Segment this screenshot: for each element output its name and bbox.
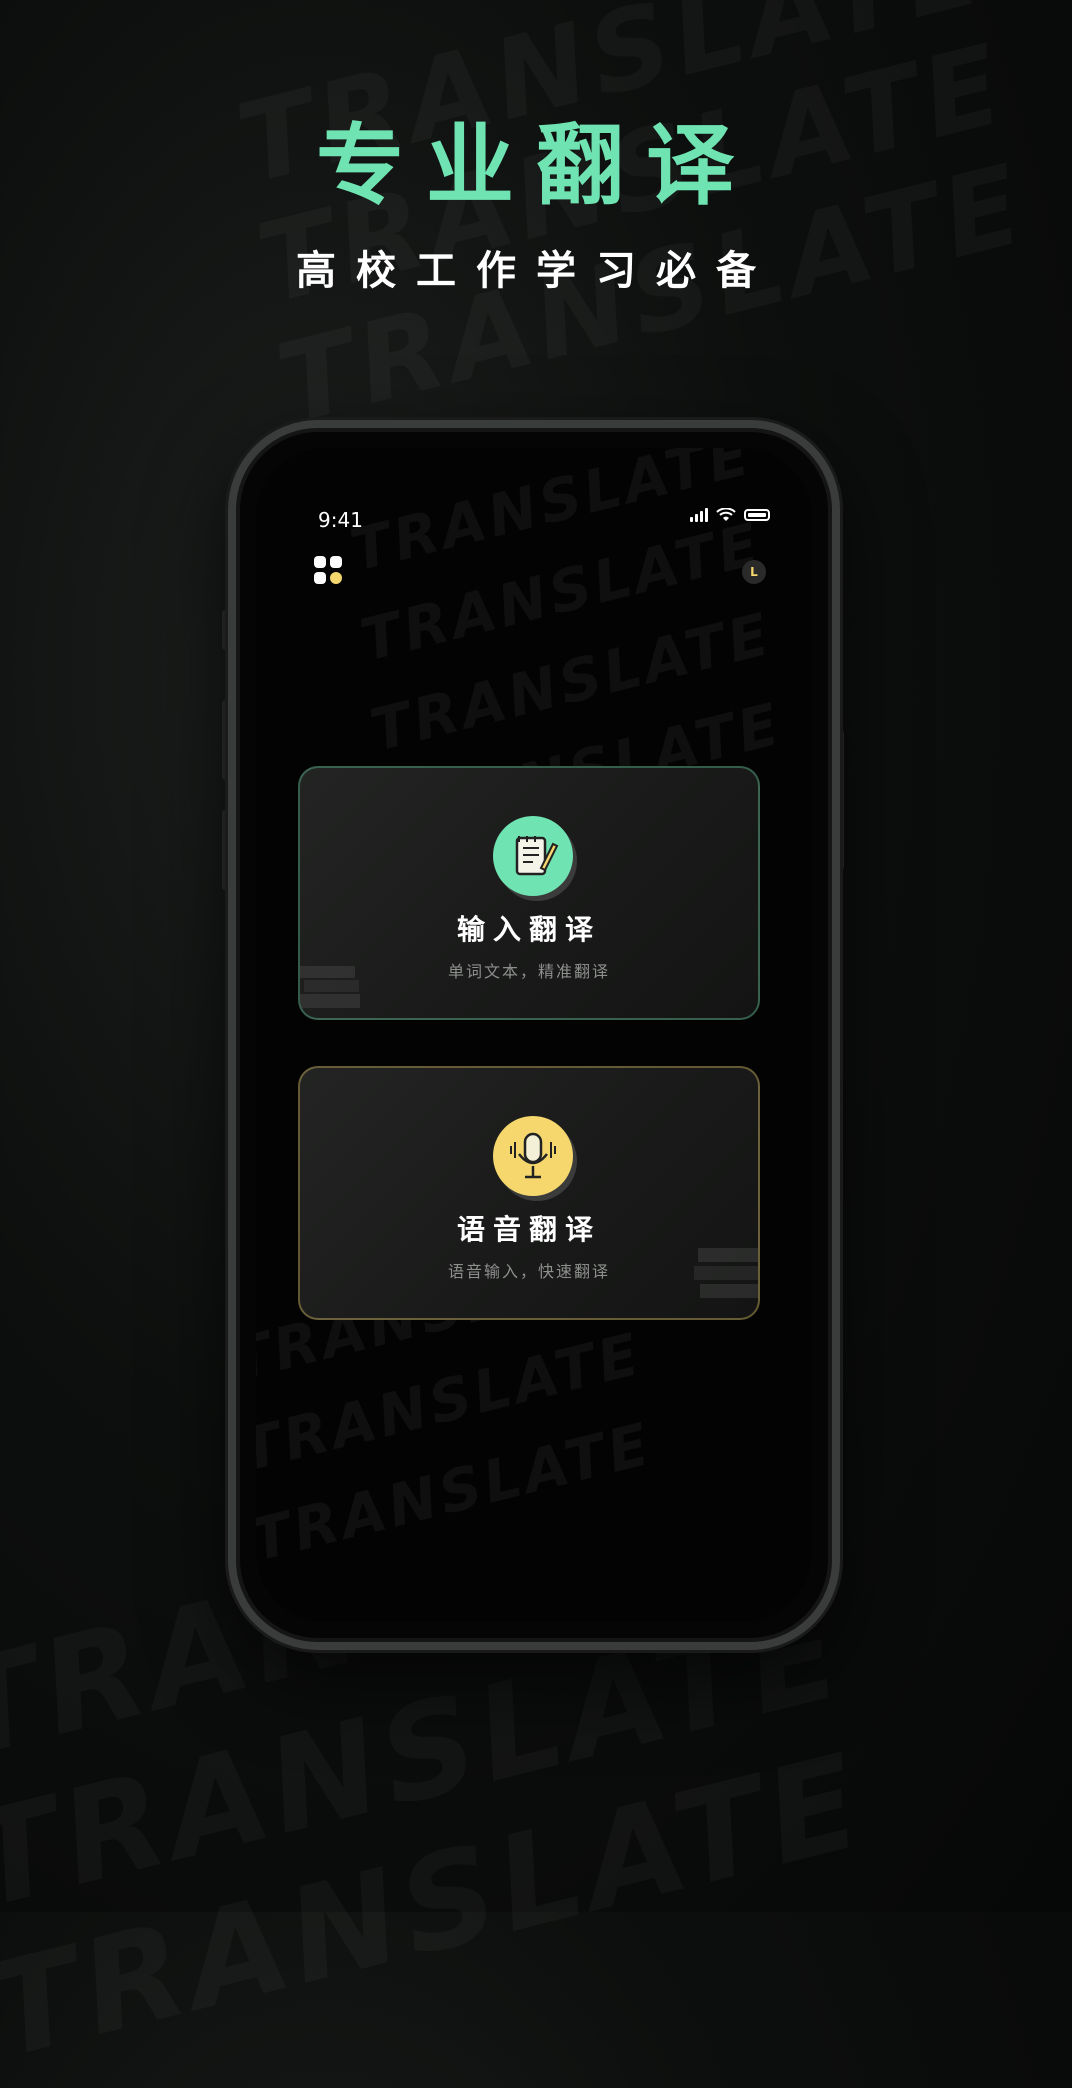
background-watermark: TRANSLATE	[0, 1724, 879, 2088]
input-translate-subtitle: 单词文本，精准翻译	[447, 962, 610, 981]
status-icons	[690, 508, 770, 522]
voice-translate-subtitle: 语音输入，快速翻译	[447, 1262, 610, 1281]
microphone-icon	[493, 1116, 573, 1196]
menu-grid-icon[interactable]	[314, 556, 342, 584]
signal-icon	[690, 508, 708, 522]
phone-frame: TRANSLATE TRANSLATE TRANSLATE TRANSLATE …	[228, 420, 840, 1650]
input-translate-title: 输入翻译	[456, 913, 601, 946]
wifi-icon	[716, 508, 736, 521]
notebook-pen-icon	[493, 816, 573, 896]
hero-subtitle: 高校工作学习必备	[296, 248, 776, 294]
hero-title: 专业翻译	[315, 114, 756, 217]
battery-icon	[744, 509, 770, 521]
input-translate-card[interactable]: 输入翻译 单词文本，精准翻译	[298, 766, 760, 1020]
phone-screen: TRANSLATE TRANSLATE TRANSLATE TRANSLATE …	[256, 448, 812, 1622]
voice-translate-card[interactable]: 语音翻译 语音输入，快速翻译	[298, 1066, 760, 1320]
status-time: 9:41	[318, 508, 363, 532]
voice-translate-title: 语音翻译	[456, 1213, 601, 1246]
history-icon[interactable]: L	[742, 560, 766, 584]
